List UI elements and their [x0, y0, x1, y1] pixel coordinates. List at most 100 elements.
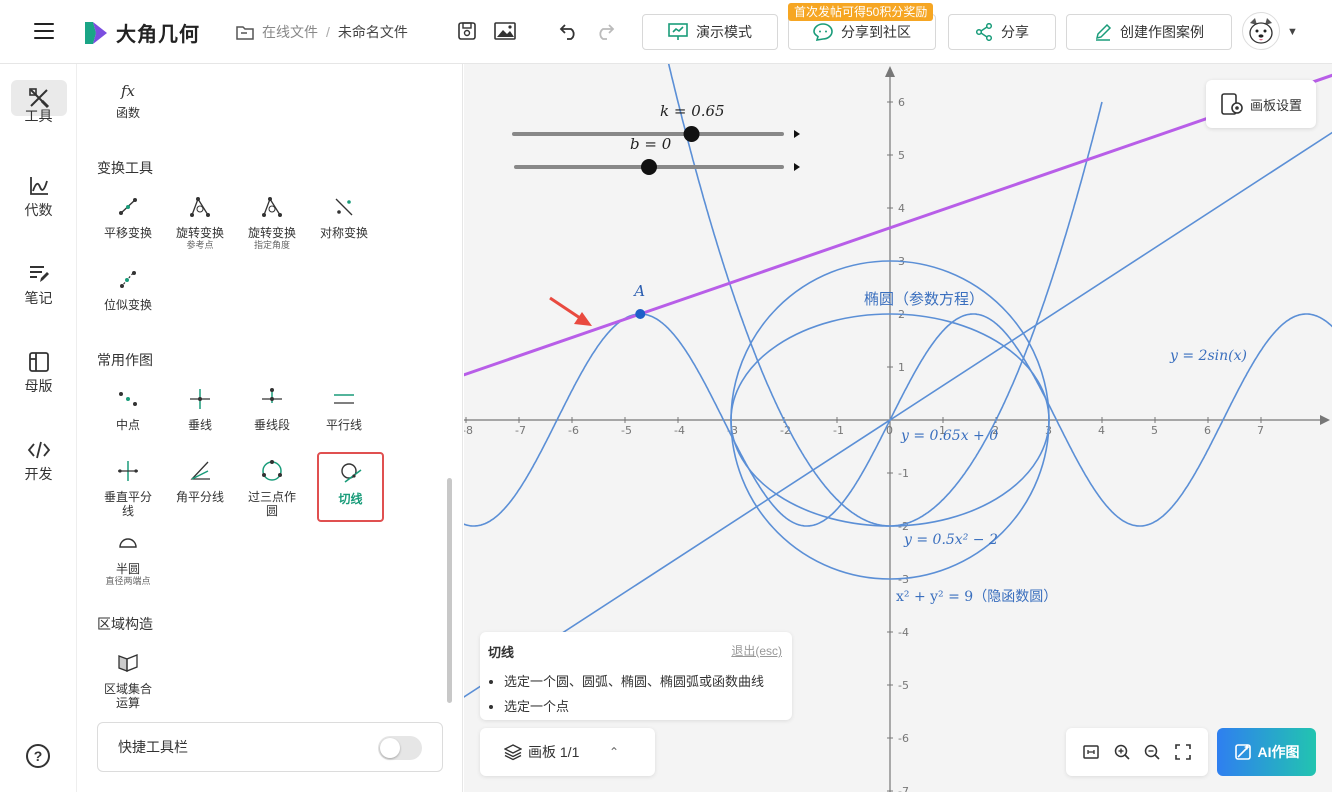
- ai-draw-label: AI作图: [1257, 744, 1300, 760]
- share-community-label: 分享到社区: [841, 24, 911, 40]
- image-export-icon[interactable]: [494, 20, 516, 42]
- perp-bisector-icon: [118, 461, 138, 481]
- tool-perpendicular[interactable]: 垂线: [164, 386, 236, 432]
- x-tick-label: 4: [1098, 424, 1105, 437]
- rail-item-algebra[interactable]: 代数: [0, 168, 77, 220]
- y-tick-label: -5: [898, 679, 909, 692]
- tangent-icon: [340, 463, 361, 483]
- tool-rotate-point[interactable]: 旋转变换 参考点: [164, 194, 236, 251]
- ai-draw-button[interactable]: AI作图: [1217, 728, 1316, 776]
- logo[interactable]: 大角几何: [82, 18, 200, 47]
- tool-angle-bisector[interactable]: 角平分线: [164, 458, 236, 504]
- tool-function[interactable]: fx 函数: [92, 78, 164, 121]
- section-title-region: 区域构造: [97, 616, 153, 632]
- tool-parallel[interactable]: 平行线: [308, 386, 380, 432]
- present-mode-button[interactable]: 演示模式: [642, 14, 778, 50]
- fullscreen-icon[interactable]: [1174, 743, 1192, 761]
- tool-perpendicular-segment[interactable]: 垂线段: [236, 386, 308, 432]
- chevron-up-icon[interactable]: ⌃: [609, 745, 619, 759]
- menu-icon[interactable]: [34, 23, 54, 39]
- redo-icon[interactable]: [594, 20, 616, 42]
- breadcrumb-separator: /: [326, 24, 330, 40]
- logo-icon: [85, 21, 107, 44]
- line-label: y = 0.65x + 0: [900, 428, 998, 444]
- tool-reflect[interactable]: 对称变换: [308, 194, 380, 240]
- tool-label: 平行线: [325, 418, 362, 432]
- top-bar: 大角几何 在线文件 / 未命名文件 演示模式 分享到社区 首次发帖可得50积分奖…: [0, 0, 1332, 64]
- zoom-in-icon[interactable]: [1113, 743, 1131, 761]
- x-tick-label: 7: [1257, 424, 1264, 437]
- rotate-point-icon: [190, 197, 210, 217]
- presentation-icon: [668, 23, 688, 40]
- hint-step: 选定一个点: [504, 696, 784, 715]
- quick-toolbar-toggle-row: 快捷工具栏: [97, 722, 443, 772]
- tool-label: 对称变换: [319, 226, 368, 240]
- x-axis-arrow: [1320, 415, 1330, 425]
- save-icon[interactable]: [456, 20, 478, 42]
- x-tick-label: 5: [1151, 424, 1158, 437]
- tool-tangent[interactable]: 切线: [317, 452, 384, 522]
- breadcrumb-parent[interactable]: 在线文件: [262, 22, 318, 42]
- hint-exit-link[interactable]: 退出(esc): [731, 642, 782, 659]
- translate-icon: [119, 198, 137, 215]
- x-tick-label: -6: [568, 424, 579, 437]
- page-switcher[interactable]: 画板 1/1 ⌃: [480, 728, 655, 776]
- tool-circle-three-points[interactable]: 过三点作圆: [236, 458, 308, 518]
- code-icon: [27, 441, 50, 459]
- fit-view-icon[interactable]: [1082, 743, 1100, 761]
- chat-icon: [813, 23, 833, 41]
- help-icon[interactable]: ?: [26, 744, 50, 768]
- share-button[interactable]: 分享: [948, 14, 1056, 50]
- slider-label: k = 0.65: [660, 102, 725, 120]
- tool-rotate-angle[interactable]: 旋转变换 指定角度: [236, 194, 308, 251]
- y-tick-label: -1: [898, 467, 909, 480]
- sine-label: y = 2sin(x): [1169, 348, 1247, 364]
- tool-homothety[interactable]: 位似变换: [92, 266, 164, 312]
- create-case-label: 创建作图案例: [1120, 24, 1204, 40]
- tool-label: 过三点作圆: [247, 490, 296, 518]
- board-settings-button[interactable]: 画板设置: [1206, 80, 1316, 128]
- chevron-down-icon[interactable]: ▼: [1287, 26, 1298, 38]
- function-icon: fx: [120, 82, 135, 100]
- tool-translate[interactable]: 平移变换: [92, 194, 164, 240]
- section-title-transform: 变换工具: [97, 160, 153, 176]
- tool-region-set[interactable]: 区域集合运算: [92, 650, 164, 710]
- quick-toolbar-toggle[interactable]: [378, 736, 422, 760]
- rail-item-tools[interactable]: 工具: [0, 80, 77, 126]
- tool-sublabel: 直径两端点: [105, 576, 151, 586]
- tool-sublabel: 指定角度: [253, 240, 290, 250]
- folder-icon: [236, 26, 254, 40]
- tangent-line: [464, 73, 1332, 377]
- angle-bisector-icon: [190, 461, 210, 480]
- rail-item-notes[interactable]: 笔记: [0, 256, 77, 308]
- avatar[interactable]: [1242, 12, 1280, 50]
- tool-label: 垂线段: [253, 418, 290, 432]
- tool-label: 垂线: [187, 418, 212, 432]
- panel-scrollbar[interactable]: [447, 478, 452, 703]
- hint-steps: 选定一个圆、圆弧、椭圆、椭圆弧或函数曲线 选定一个点: [488, 671, 784, 715]
- section-title-common: 常用作图: [97, 352, 153, 368]
- tool-label: 旋转变换: [175, 226, 224, 240]
- breadcrumb-current[interactable]: 未命名文件: [338, 22, 408, 42]
- slider-play-icon: [794, 130, 800, 138]
- x-tick-label: -5: [621, 424, 632, 437]
- tool-label: 切线: [338, 492, 363, 506]
- tool-midpoint[interactable]: 中点: [92, 386, 164, 432]
- point-a-label: A: [632, 282, 645, 300]
- promo-badge: 首次发帖可得50积分奖励: [788, 3, 934, 21]
- rail-item-developer[interactable]: 开发: [0, 432, 77, 484]
- y-tick-label: 5: [898, 149, 905, 162]
- ellipse-label: 椭圆（参数方程）: [864, 290, 984, 308]
- slider-handle: [641, 159, 657, 175]
- rail-item-template[interactable]: 母版: [0, 344, 77, 396]
- hint-step: 选定一个圆、圆弧、椭圆、椭圆弧或函数曲线: [504, 671, 784, 690]
- tool-semicircle[interactable]: 半圆 直径两端点: [92, 530, 164, 587]
- logo-text: 大角几何: [116, 24, 200, 46]
- create-case-button[interactable]: 创建作图案例: [1066, 14, 1232, 50]
- undo-icon[interactable]: [558, 20, 580, 42]
- x-tick-label: 6: [1204, 424, 1211, 437]
- circle-label: x² + y² = 9（隐函数圆）: [896, 589, 1057, 605]
- zoom-out-icon[interactable]: [1143, 743, 1161, 761]
- tool-perp-bisector[interactable]: 垂直平分线: [92, 458, 164, 518]
- layers-icon: [504, 744, 522, 761]
